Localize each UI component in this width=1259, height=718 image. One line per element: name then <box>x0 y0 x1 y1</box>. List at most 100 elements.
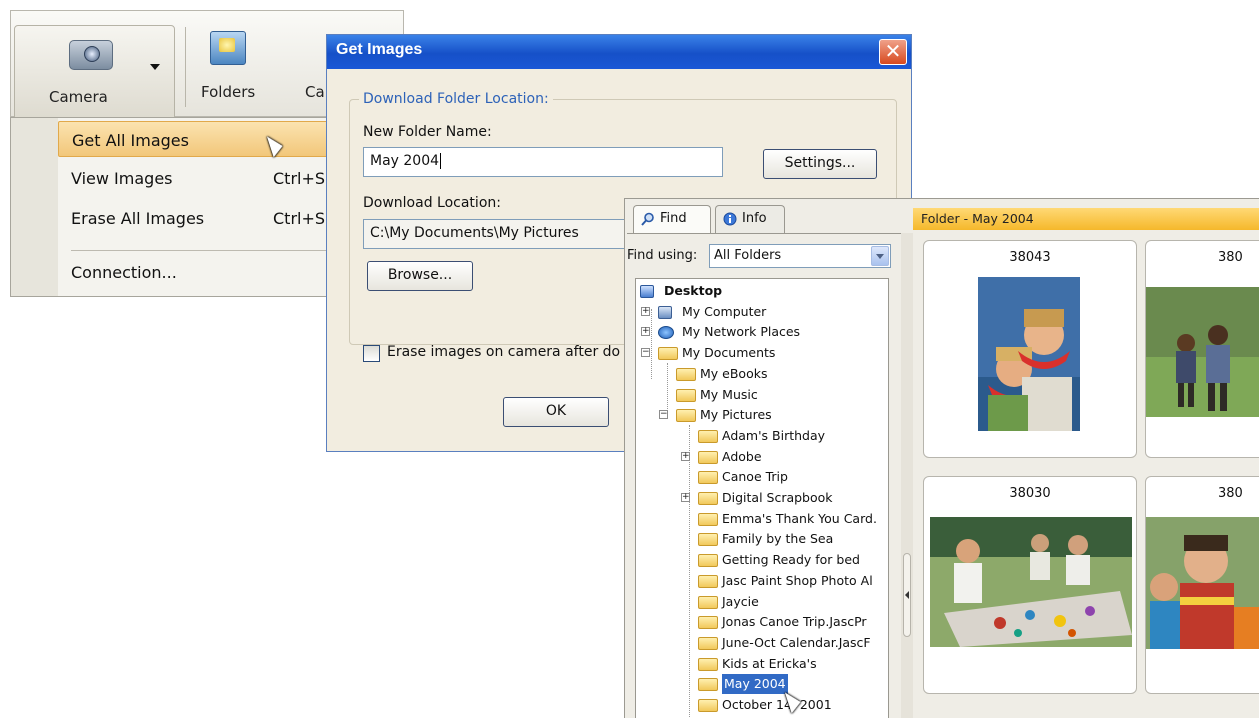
organizer-panel: Find Info Find using: All Folders Deskto… <box>624 198 1259 718</box>
settings-button[interactable]: Settings... <box>763 149 877 179</box>
folder-icon <box>698 616 718 630</box>
erase-images-checkbox[interactable] <box>363 345 380 362</box>
thumbnail-card[interactable]: 380 <box>1145 240 1259 458</box>
expand-icon[interactable]: + <box>681 451 690 461</box>
tree-item[interactable]: + Digital Scrapbook <box>636 488 886 508</box>
menu-item-label: Get All Images <box>72 131 189 150</box>
folder-icon <box>698 554 718 568</box>
tab-info[interactable]: Info <box>715 205 785 233</box>
thumbnail-card[interactable]: 38030 <box>923 476 1137 694</box>
tree-item[interactable]: Getting Ready for bed <box>636 550 886 570</box>
thumbnail-card[interactable]: 38043 <box>923 240 1137 458</box>
tree-item-label: My Pictures <box>700 407 772 423</box>
tree-item-label: Getting Ready for bed <box>722 552 860 568</box>
tree-item-label: My Network Places <box>682 324 801 340</box>
tree-item-label: June-Oct Calendar.JascF <box>722 634 871 650</box>
download-location-field: C:\My Documents\My Pictures <box>363 219 643 249</box>
menu-icon-strip <box>11 118 58 296</box>
group-title: Download Folder Location: <box>359 91 553 107</box>
expand-icon[interactable]: + <box>641 306 650 316</box>
camera-dropdown-arrow-icon[interactable] <box>150 64 160 70</box>
new-folder-name-label: New Folder Name: <box>363 124 492 140</box>
tree-item[interactable]: October 14, 2001 <box>636 695 886 715</box>
folder-icon <box>698 636 718 650</box>
tree-item[interactable]: My Music <box>636 385 886 405</box>
tree-item[interactable]: − My Pictures <box>636 405 886 425</box>
tab-find[interactable]: Find <box>633 205 711 233</box>
folder-icon <box>698 429 718 443</box>
browse-button[interactable]: Browse... <box>367 261 473 291</box>
tree-item-label: Jonas Canoe Trip.JascPr <box>722 614 867 630</box>
folder-icon <box>698 657 718 671</box>
toolbar-third-label[interactable]: Ca <box>305 83 325 101</box>
camera-button[interactable]: Camera <box>14 25 175 118</box>
chevron-down-icon[interactable] <box>871 246 889 266</box>
tree-item[interactable]: June-Oct Calendar.JascF <box>636 633 886 653</box>
thumbnail-caption: 38043 <box>1009 250 1051 265</box>
tree-item[interactable]: Jonas Canoe Trip.JascPr <box>636 612 886 632</box>
folder-icon <box>698 533 718 547</box>
folder-tree[interactable]: Desktop + My Computer + My Network Places − My… <box>635 278 889 718</box>
thumbnail-caption: 38030 <box>1009 486 1051 501</box>
tree-item[interactable]: Jasc Paint Shop Photo Al <box>636 571 886 591</box>
thumbnail-photo-kids-smiling <box>1146 517 1259 649</box>
tree-item-label: Digital Scrapbook <box>722 490 833 505</box>
tree-item[interactable]: Jaycie <box>636 592 886 612</box>
tree-item[interactable]: Adam's Birthday <box>636 426 886 446</box>
tree-item[interactable]: May 2004 <box>636 674 886 695</box>
tree-item[interactable]: − My Documents <box>636 343 886 363</box>
tree-item[interactable]: Emma's Thank You Card. <box>636 509 886 529</box>
find-using-select[interactable]: All Folders <box>709 244 891 268</box>
camera-label: Camera <box>49 88 108 106</box>
new-folder-name-value: May 2004 <box>370 153 440 169</box>
tree-item[interactable]: + Adobe <box>636 447 886 467</box>
folder-icon <box>698 512 718 526</box>
menu-item-label: Connection... <box>71 263 177 282</box>
thumbnail-card[interactable]: 380 <box>1145 476 1259 694</box>
find-using-label: Find using: <box>627 248 698 263</box>
collapse-pane-handle[interactable] <box>903 553 911 637</box>
folder-icon <box>698 678 718 692</box>
tree-item[interactable]: Kids at Ericka's <box>636 654 886 674</box>
tree-item[interactable]: + My Network Places <box>636 322 886 342</box>
ok-button[interactable]: OK <box>503 397 609 427</box>
tree-item-label: Adam's Birthday <box>722 427 826 443</box>
tree-item-label: My eBooks <box>700 365 768 381</box>
expand-icon[interactable]: + <box>681 493 690 502</box>
folders-button[interactable]: Folders <box>191 25 281 115</box>
thumbnail-photo-kids-painting <box>930 517 1132 647</box>
menu-item-label: View Images <box>71 169 173 188</box>
documents-icon <box>658 347 678 361</box>
tree-item-label: My Music <box>700 386 758 402</box>
tree-item[interactable]: My eBooks <box>636 364 886 384</box>
tree-item-label: Desktop <box>664 283 723 298</box>
desktop-icon <box>640 285 654 298</box>
tree-item[interactable]: Family by the Sea <box>636 529 886 549</box>
dialog-title: Get Images <box>336 41 423 58</box>
erase-images-checkbox-label[interactable]: Erase images on camera after do <box>387 344 620 360</box>
tree-item[interactable]: + My Computer <box>636 302 886 322</box>
collapse-icon[interactable]: − <box>659 410 668 420</box>
tree-item-label: Adobe <box>722 448 762 464</box>
tree-item[interactable]: Canoe Trip <box>636 467 886 487</box>
folder-icon <box>676 388 696 402</box>
thumbnail-caption: 380 <box>1218 250 1243 265</box>
collapse-icon[interactable]: − <box>641 348 650 358</box>
folder-icon <box>698 471 718 485</box>
new-folder-name-input[interactable]: May 2004​ <box>363 147 723 177</box>
dialog-titlebar[interactable]: Get Images ✕ <box>327 35 911 69</box>
expand-icon[interactable]: + <box>641 327 650 337</box>
camera-icon <box>69 40 113 70</box>
tree-item-label: May 2004 <box>722 674 788 695</box>
folder-icon <box>676 367 696 381</box>
close-button[interactable]: ✕ <box>879 39 907 65</box>
folder-icon <box>698 574 718 588</box>
toolbar-separator <box>185 27 186 107</box>
tree-item[interactable]: Desktop <box>636 281 886 301</box>
menu-item-shortcut: Ctrl+S <box>273 169 326 188</box>
folder-icon <box>698 450 718 464</box>
tree-item-label: Canoe Trip <box>722 469 788 485</box>
folder-icon <box>698 595 718 609</box>
pane-splitter[interactable] <box>901 233 913 718</box>
computer-icon <box>658 305 672 319</box>
